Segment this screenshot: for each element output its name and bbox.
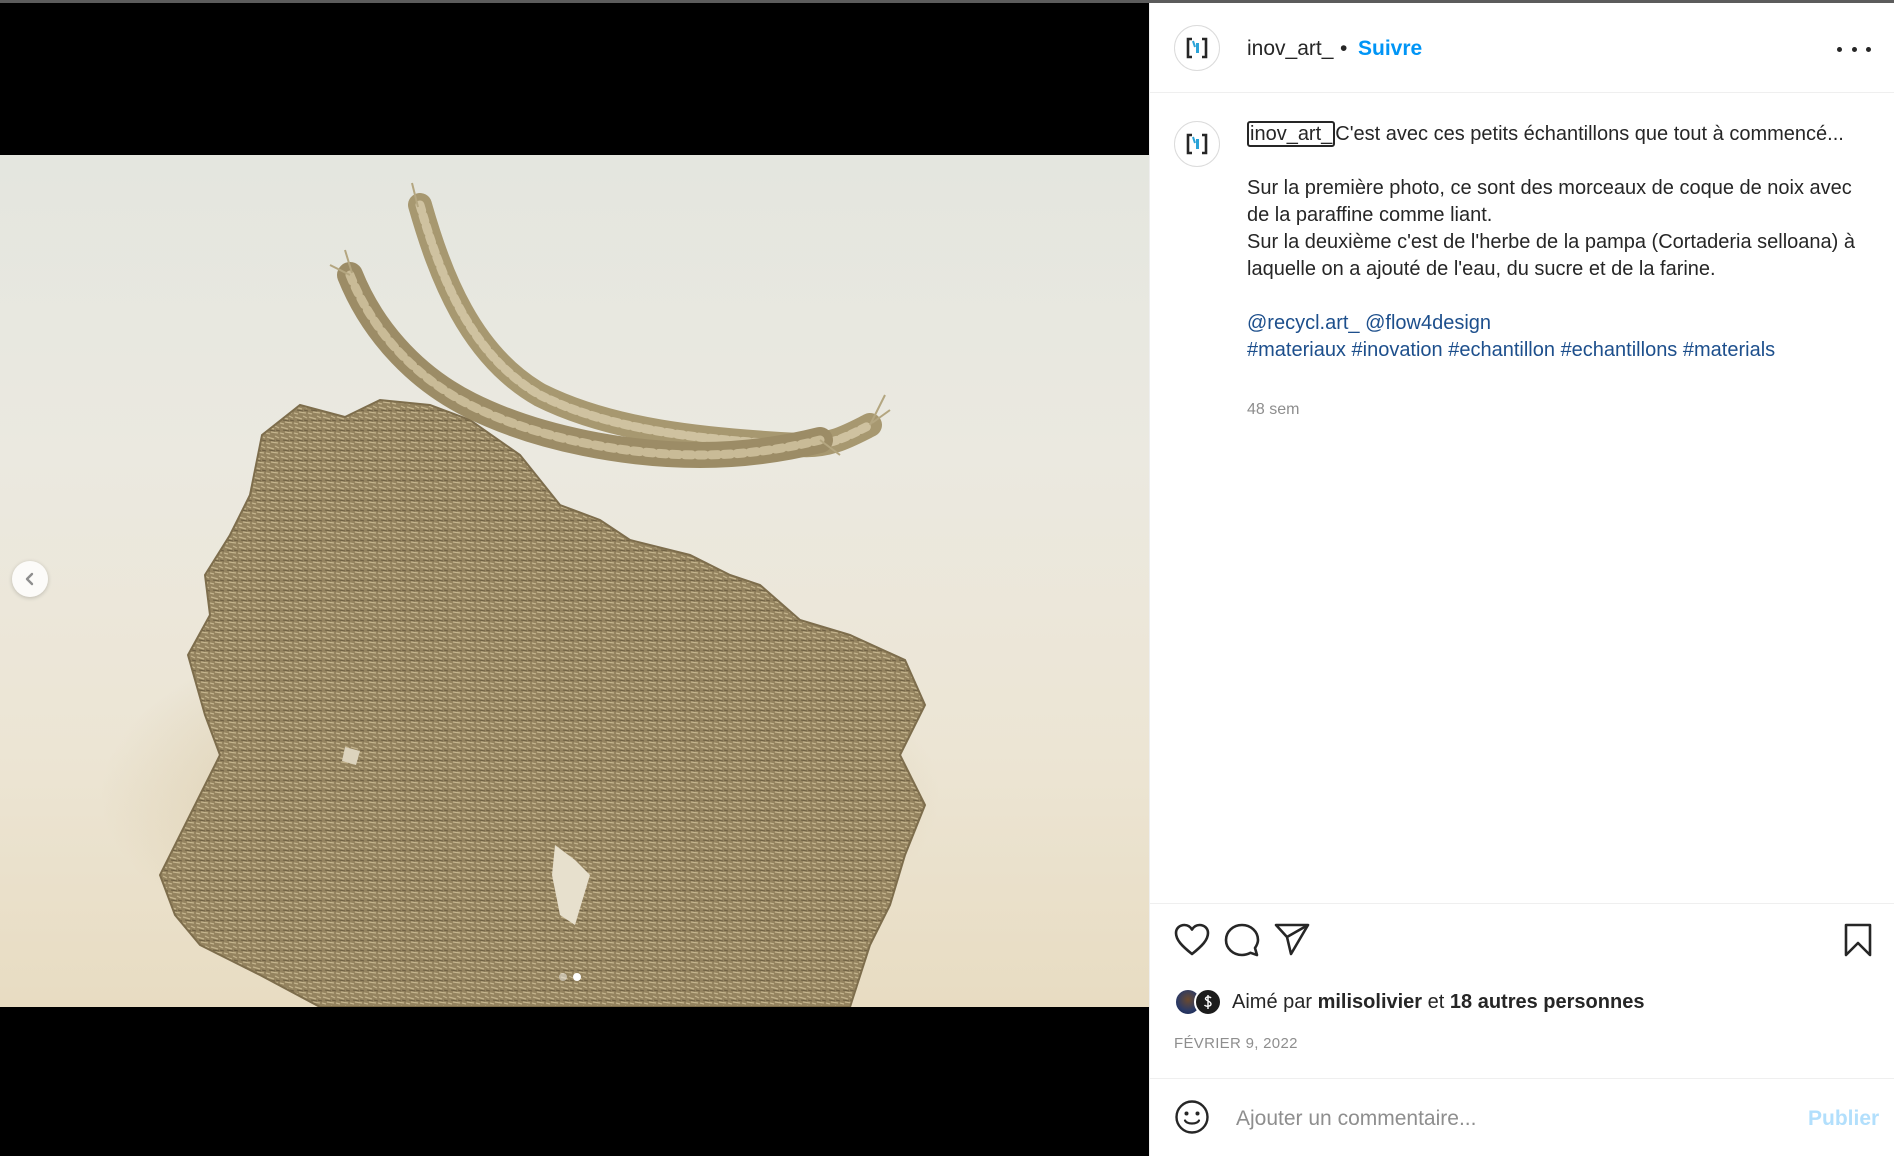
author-avatar[interactable] xyxy=(1174,25,1220,71)
save-button[interactable] xyxy=(1838,920,1878,960)
chevron-left-icon xyxy=(25,572,34,586)
carousel-dot xyxy=(559,973,567,981)
follow-button[interactable]: Suivre xyxy=(1358,37,1422,61)
likes-summary: Aimé par milisolivier et 18 autres perso… xyxy=(1174,986,1644,1018)
like-button[interactable] xyxy=(1172,920,1212,960)
header-separator: • xyxy=(1340,37,1348,60)
caption-intro: inov_art_ C'est avec ces petits échantill… xyxy=(1247,121,1867,148)
carousel-dot-active xyxy=(573,973,581,981)
mention-link[interactable]: @flow4design xyxy=(1365,312,1491,334)
post-header: inov_art_ • Suivre xyxy=(1150,3,1894,93)
hashtag-link[interactable]: #materials xyxy=(1683,339,1775,361)
post-caption: inov_art_ C'est avec ces petits échantill… xyxy=(1247,121,1867,364)
liker-username-link[interactable]: milisolivier xyxy=(1318,991,1423,1014)
likes-prefix: Aimé par xyxy=(1232,990,1313,1013)
smiley-icon xyxy=(1175,1100,1209,1134)
caption-line-3: Sur la deuxième c'est de l'herbe de la p… xyxy=(1247,231,1855,280)
post-date: FÉVRIER 9, 2022 xyxy=(1174,1035,1298,1052)
caption-paragraph: Sur la première photo, ce sont des morce… xyxy=(1247,175,1867,283)
caption-username-link[interactable]: inov_art_ xyxy=(1247,121,1336,147)
comment-button[interactable] xyxy=(1222,920,1262,960)
previous-slide-button[interactable] xyxy=(12,561,48,597)
caption-time-ago[interactable]: 48 sem xyxy=(1247,401,1299,419)
inov-art-logo-icon xyxy=(1186,133,1208,155)
post-side-panel: inov_art_ • Suivre inov_art_ C'est avec c… xyxy=(1149,3,1894,1156)
dollar-icon xyxy=(1203,995,1212,1009)
hashtag-link[interactable]: #echantillons xyxy=(1561,339,1678,361)
likes-connector: et xyxy=(1427,990,1445,1013)
more-dots-icon xyxy=(1837,46,1842,52)
inov-art-logo-icon xyxy=(1186,37,1208,59)
caption-author-avatar[interactable] xyxy=(1174,121,1220,167)
pampas-grass-sample-image xyxy=(100,182,940,1007)
comment-bubble-icon xyxy=(1224,923,1260,957)
liker-avatar[interactable] xyxy=(1194,988,1222,1016)
carousel-indicator xyxy=(559,973,581,981)
emoji-button[interactable] xyxy=(1172,1097,1212,1137)
more-dot xyxy=(1866,46,1871,52)
publish-button[interactable]: Publier xyxy=(1808,1107,1879,1131)
author-username[interactable]: inov_art_ xyxy=(1247,37,1333,61)
actions-divider xyxy=(1150,903,1894,905)
paper-plane-icon xyxy=(1274,923,1310,956)
mention-link[interactable]: @recycl.art_ xyxy=(1247,312,1360,334)
hashtag-link[interactable]: #materiaux xyxy=(1247,339,1346,361)
caption-line-1: C'est avec ces petits échantillons que t… xyxy=(1335,123,1844,145)
hashtag-link[interactable]: #inovation xyxy=(1352,339,1443,361)
hashtag-link[interactable]: #echantillon xyxy=(1448,339,1555,361)
post-media-area xyxy=(0,3,1149,1156)
share-button[interactable] xyxy=(1272,920,1312,960)
bookmark-icon xyxy=(1844,923,1872,957)
more-options-button[interactable] xyxy=(1837,37,1871,61)
heart-icon xyxy=(1174,923,1210,956)
comment-input[interactable] xyxy=(1234,1101,1778,1137)
more-dot xyxy=(1851,46,1857,52)
caption-tags: @recycl.art_ @flow4design #materiaux #in… xyxy=(1247,310,1867,364)
caption-line-2: Sur la première photo, ce sont des morce… xyxy=(1247,177,1852,226)
post-photo xyxy=(0,155,1149,1007)
likes-others-link[interactable]: 18 autres personnes xyxy=(1450,991,1645,1014)
comment-composer: Publier xyxy=(1150,1078,1894,1156)
